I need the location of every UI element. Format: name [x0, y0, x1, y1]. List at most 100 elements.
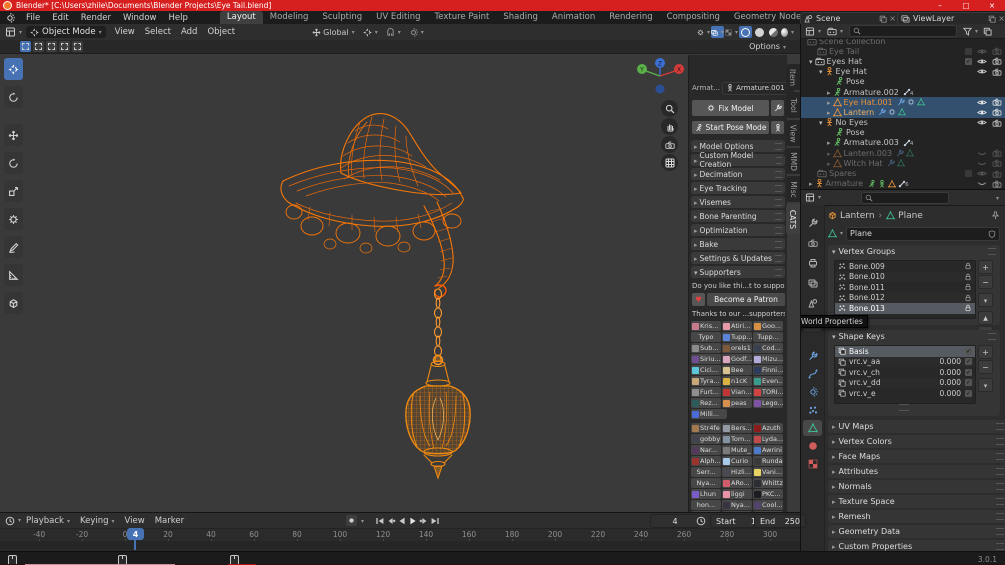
drag-grip-icon[interactable] — [996, 483, 1004, 490]
supporter-button[interactable]: Furt... — [691, 387, 721, 397]
supporter-button[interactable]: TORI... — [753, 387, 783, 397]
outliner-row-spares[interactable]: Spares — [801, 168, 1005, 178]
breadcrumb-data[interactable]: Plane — [898, 211, 923, 221]
outliner-row-eyes-hat[interactable]: Eyes Hat ✓ — [801, 56, 1005, 66]
shape-key-specials-button[interactable] — [978, 378, 993, 392]
viewport-menu-select[interactable]: Select — [140, 27, 176, 37]
lock-icon[interactable] — [964, 262, 972, 270]
tab-particles[interactable] — [803, 402, 822, 418]
select-mode-extend-icon[interactable] — [33, 41, 44, 52]
jump-to-end-button[interactable] — [429, 515, 440, 526]
armature-selector[interactable]: Armature.001 — [722, 81, 795, 95]
workspace-tab-uv-editing[interactable]: UV Editing — [369, 11, 427, 24]
tool-add-cube[interactable] — [4, 292, 23, 314]
shape-keys-header[interactable]: Shape Keys — [828, 330, 1000, 343]
lock-icon[interactable] — [964, 294, 972, 302]
timeline-menu-keying[interactable]: Keying — [75, 516, 120, 526]
supporter-button[interactable]: Runda — [753, 456, 783, 466]
render-visibility-icon[interactable] — [992, 159, 1002, 167]
tool-measure[interactable] — [4, 264, 23, 286]
workspace-tab-animation[interactable]: Animation — [545, 11, 602, 24]
current-frame-field[interactable]: 4 — [650, 514, 700, 528]
drag-grip-icon[interactable] — [775, 156, 782, 164]
sidebar-tab-view[interactable]: View — [786, 120, 800, 146]
mute-checkbox[interactable]: ✓ — [965, 379, 972, 387]
xray-toggle[interactable] — [725, 26, 738, 38]
shading-rendered-button[interactable] — [781, 26, 794, 38]
menu-edit[interactable]: Edit — [46, 13, 74, 23]
camera-view-button[interactable] — [661, 136, 678, 153]
drag-grip-icon[interactable] — [775, 240, 782, 248]
tool-cursor[interactable] — [4, 86, 23, 108]
render-visibility-icon[interactable] — [992, 170, 1002, 178]
remove-viewlayer-icon[interactable]: × — [998, 14, 1005, 23]
supporter-button[interactable]: Lego... — [753, 398, 783, 408]
supporter-button[interactable]: Atiri... — [722, 321, 752, 331]
hide-closed-icon[interactable] — [977, 160, 987, 167]
supporter-button[interactable]: Typo — [691, 332, 721, 342]
next-keyframe-button[interactable] — [418, 515, 429, 526]
supporter-button[interactable]: Vani... — [753, 467, 783, 477]
hide-icon[interactable] — [977, 99, 987, 106]
fake-user-shield-icon[interactable] — [988, 230, 996, 238]
mute-checkbox[interactable]: ✓ — [965, 389, 972, 397]
remove-shape-key-button[interactable]: − — [978, 360, 993, 374]
render-visibility-icon[interactable] — [992, 47, 1002, 55]
outliner-row-armature-003[interactable]: Armature.003 4 — [801, 138, 1005, 148]
show-gizmo-toggle[interactable] — [697, 26, 710, 38]
tool-annotate[interactable] — [4, 236, 23, 258]
region-divider-vertical[interactable] — [800, 24, 801, 551]
unlink-scene-icon[interactable]: × — [889, 14, 896, 23]
hide-icon[interactable] — [977, 170, 987, 177]
section-optimization[interactable]: Optimization — [691, 224, 785, 236]
maximize-button[interactable]: □ — [953, 0, 979, 11]
jump-to-start-button[interactable] — [374, 515, 385, 526]
drag-grip-icon[interactable] — [996, 438, 1004, 445]
shading-material-button[interactable] — [767, 26, 780, 38]
menu-render[interactable]: Render — [75, 13, 117, 23]
list-resize-grip[interactable] — [899, 404, 909, 411]
tab-texture[interactable] — [803, 456, 822, 472]
properties-editor-type[interactable] — [805, 193, 821, 202]
add-shape-key-button[interactable]: + — [978, 345, 993, 359]
keying-set-dropdown[interactable] — [358, 516, 364, 526]
viewport-menu-object[interactable]: Object — [202, 27, 240, 37]
exclude-checkbox[interactable]: ✓ — [965, 57, 972, 65]
remove-vertex-group-button[interactable]: − — [978, 275, 993, 289]
drag-grip-icon[interactable] — [996, 498, 1004, 505]
supporter-button[interactable]: Sub... — [691, 343, 721, 353]
timeline-ruler[interactable]: -40 -20 0 20 40 60 80 100 120 140 160 180 200 2… — [0, 528, 800, 542]
panel-custom-properties[interactable]: Custom Properties — [828, 540, 1005, 551]
drag-grip-icon[interactable] — [775, 170, 782, 178]
breadcrumb-object[interactable]: Lantern — [840, 211, 875, 221]
render-visibility-icon[interactable] — [992, 149, 1002, 157]
mute-checkbox[interactable]: ✓ — [965, 368, 972, 376]
drag-grip-icon[interactable] — [996, 513, 1004, 520]
render-visibility-icon[interactable] — [992, 119, 1002, 127]
tab-output[interactable] — [803, 255, 822, 271]
hide-icon[interactable] — [977, 68, 987, 75]
perspective-toggle-button[interactable] — [661, 154, 678, 171]
vertex-groups-list[interactable]: Bone.009 Bone.010 Bone.011 Bone.012 Bone… — [834, 260, 976, 319]
mute-checkbox[interactable]: ✓ — [965, 358, 972, 366]
drag-grip-icon[interactable] — [996, 423, 1004, 430]
viewport-menu-add[interactable]: Add — [176, 27, 202, 37]
supporter-button[interactable]: Tom... — [722, 434, 752, 444]
tab-constraints[interactable] — [803, 366, 822, 382]
supporter-button[interactable]: Cod... — [753, 343, 783, 353]
supporter-button[interactable]: Mizu... — [753, 354, 783, 364]
supporter-button[interactable]: Cici... — [691, 365, 721, 375]
supporter-button[interactable]: orels1 — [722, 343, 752, 353]
supporter-button[interactable]: hon... — [691, 500, 721, 510]
drag-grip-icon[interactable] — [988, 248, 996, 255]
panel-vertex-colors[interactable]: Vertex Colors — [828, 435, 1005, 448]
shading-wireframe-button[interactable] — [739, 26, 752, 38]
workspace-tab-texture-paint[interactable]: Texture Paint — [428, 11, 497, 24]
sidebar-tab-misc[interactable]: Misc — [786, 176, 800, 202]
transform-orientation-selector[interactable]: Global — [312, 28, 355, 37]
outliner-row-eye-tail[interactable]: Eye Tail — [801, 46, 1005, 56]
drag-grip-icon[interactable] — [775, 268, 782, 276]
pivot-point-selector[interactable] — [363, 28, 378, 37]
drag-grip-icon[interactable] — [775, 198, 782, 206]
outliner-row-lantern-003[interactable]: Lantern.003 — [801, 148, 1005, 158]
